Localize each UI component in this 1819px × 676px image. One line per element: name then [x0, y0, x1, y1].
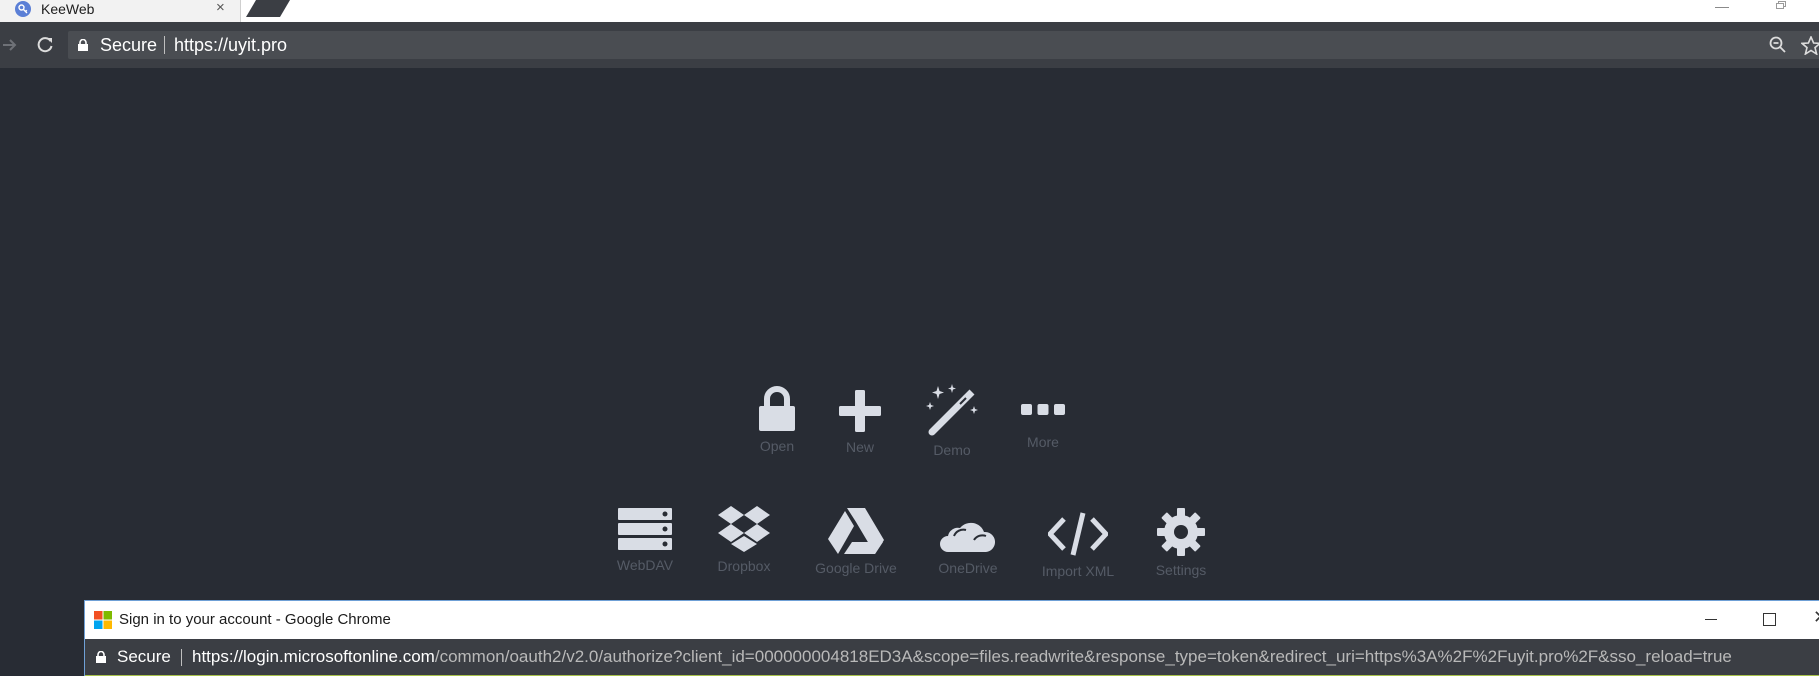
secure-label: Secure [100, 35, 158, 55]
popup-minimize-icon[interactable] [1705, 619, 1717, 620]
popup-maximize-icon[interactable] [1763, 613, 1776, 626]
open-label: Open [759, 438, 795, 454]
popup-titlebar[interactable]: Sign in to your account - Google Chrome … [85, 601, 1819, 639]
demo-label: Demo [933, 442, 971, 458]
code-icon [1048, 512, 1108, 556]
dropbox-icon [718, 506, 770, 552]
google-drive-label: Google Drive [815, 560, 897, 576]
new-button[interactable]: New [820, 389, 900, 455]
plus-icon [839, 390, 881, 432]
keeweb-open-view: Open New Demo More WebDAV Dropbox Google… [0, 68, 1819, 676]
signin-popup-window: Sign in to your account - Google Chrome … [84, 600, 1819, 676]
address-bar[interactable]: Secure https://uyit.pro [68, 31, 1819, 59]
lock-icon [78, 39, 88, 51]
new-tab-button[interactable] [246, 0, 290, 17]
address-url[interactable]: https://uyit.pro [174, 35, 287, 56]
more-label: More [1027, 434, 1059, 450]
lock-icon [759, 386, 795, 431]
import-xml-button[interactable]: Import XML [1031, 511, 1125, 579]
settings-button[interactable]: Settings [1141, 508, 1221, 578]
lock-icon [96, 651, 106, 663]
address-divider [164, 36, 165, 54]
popup-url-host: https://login.microsoftonline.com [192, 647, 435, 666]
browser-tabstrip: KeeWeb × [0, 0, 1819, 22]
onedrive-button[interactable]: OneDrive [928, 514, 1008, 576]
popup-address-divider [181, 649, 182, 666]
reload-icon[interactable] [36, 36, 54, 54]
keeweb-favicon-icon [15, 1, 31, 17]
google-drive-icon [828, 508, 884, 554]
dropbox-button[interactable]: Dropbox [704, 506, 784, 574]
open-button[interactable]: Open [737, 386, 817, 454]
microsoft-logo-icon [94, 611, 112, 629]
window-restore-icon[interactable] [1776, 1, 1786, 9]
zoom-icon[interactable] [1769, 36, 1787, 54]
settings-label: Settings [1155, 562, 1207, 578]
browser-tab-keeweb[interactable]: KeeWeb × [0, 0, 241, 22]
popup-url-path: /common/oauth2/v2.0/authorize?client_id=… [434, 647, 1732, 666]
popup-secure-label: Secure [117, 647, 171, 666]
gear-icon [1157, 508, 1205, 556]
popup-address-bar[interactable]: Secure https://login.microsoftonline.com… [85, 639, 1819, 676]
tab-close-icon[interactable]: × [216, 0, 225, 16]
cloud-icon [940, 522, 996, 552]
onedrive-label: OneDrive [938, 560, 998, 576]
ellipsis-icon [1021, 404, 1065, 415]
import-xml-label: Import XML [1041, 563, 1115, 579]
bookmark-star-icon[interactable] [1801, 36, 1819, 55]
webdav-button[interactable]: WebDAV [605, 507, 685, 573]
popup-title: Sign in to your account - Google Chrome [119, 611, 391, 628]
screen: KeeWeb × Secure https://uyit.pro Open Ne… [0, 0, 1819, 676]
tab-title: KeeWeb [41, 1, 95, 17]
google-drive-button[interactable]: Google Drive [801, 508, 911, 576]
popup-url[interactable]: https://login.microsoftonline.com/common… [192, 647, 1732, 667]
magic-wand-icon [926, 384, 978, 436]
browser-toolbar: Secure https://uyit.pro [0, 22, 1819, 68]
popup-close-icon[interactable]: ✕ [1813, 607, 1819, 628]
server-icon [618, 508, 672, 550]
webdav-label: WebDAV [616, 557, 674, 573]
more-button[interactable]: More [1003, 402, 1083, 450]
new-label: New [845, 439, 874, 455]
demo-button[interactable]: Demo [912, 384, 992, 458]
window-minimize-icon[interactable] [1715, 0, 1729, 8]
dropbox-label: Dropbox [717, 558, 771, 574]
forward-arrow-icon[interactable] [2, 35, 18, 55]
